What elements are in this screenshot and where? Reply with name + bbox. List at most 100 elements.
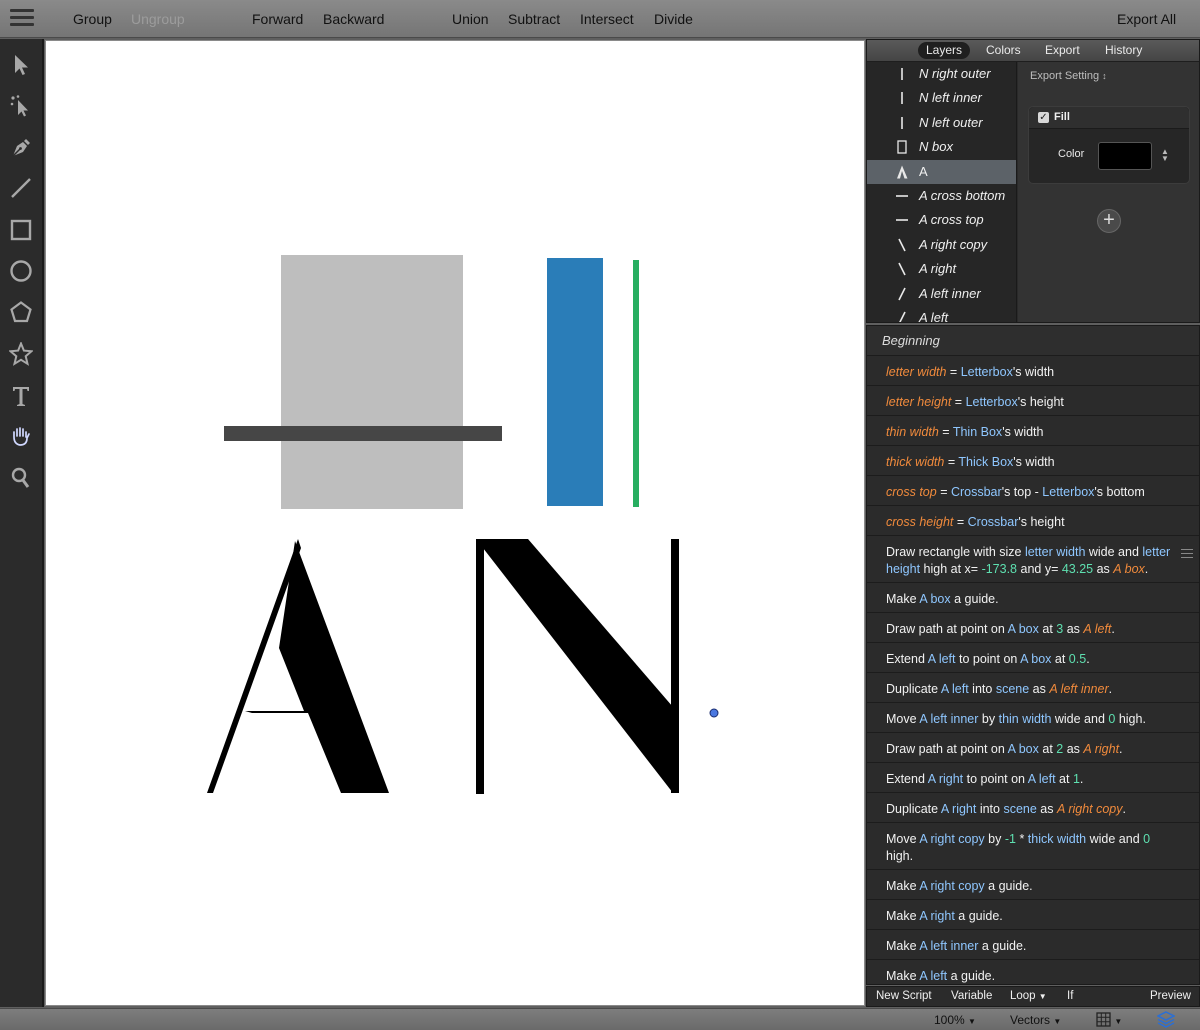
statement-number[interactable]: -1 — [1005, 832, 1016, 846]
thick-box-rect[interactable] — [547, 258, 603, 506]
preview-button[interactable]: Preview — [1150, 990, 1191, 1002]
statement-reference[interactable]: Thick Box — [958, 455, 1013, 469]
statement-reference[interactable]: Crossbar — [968, 515, 1019, 529]
zoom-select[interactable]: 100% ▼ — [934, 1013, 976, 1027]
layer-row[interactable]: A left — [867, 306, 1016, 322]
thin-box-rect[interactable] — [633, 260, 639, 507]
statement-variable[interactable]: A right — [1083, 742, 1119, 756]
statement-reference[interactable]: A right — [928, 772, 963, 786]
subtract-button[interactable]: Subtract — [508, 11, 560, 27]
layer-row[interactable]: A cross top — [867, 208, 1016, 232]
layer-row[interactable]: N right outer — [867, 62, 1016, 86]
script-statement[interactable]: Duplicate A right into scene as A right … — [867, 793, 1199, 823]
select-tool-icon[interactable] — [7, 51, 35, 79]
layer-row[interactable]: N left inner — [867, 86, 1016, 110]
statement-variable[interactable]: A right copy — [1057, 802, 1123, 816]
divide-button[interactable]: Divide — [654, 11, 693, 27]
statement-reference[interactable]: A left — [1028, 772, 1056, 786]
anchor-handle[interactable] — [709, 708, 719, 718]
script-statement[interactable]: Move A right copy by -1 * thick width wi… — [867, 823, 1199, 870]
variable-button[interactable]: Variable — [951, 990, 992, 1002]
statement-variable[interactable]: A left inner — [1049, 682, 1108, 696]
ungroup-button[interactable]: Ungroup — [131, 11, 185, 27]
statement-reference[interactable]: thin width — [999, 712, 1052, 726]
ellipse-tool-icon[interactable] — [7, 257, 35, 285]
script-statement[interactable]: Draw rectangle with size letter width wi… — [867, 536, 1199, 583]
script-statement[interactable]: Make A box a guide. — [867, 583, 1199, 613]
script-statement[interactable]: thin width = Thin Box's width — [867, 416, 1199, 446]
script-statement[interactable]: Extend A left to point on A box at 0.5. — [867, 643, 1199, 673]
statement-number[interactable]: 0.5 — [1069, 652, 1086, 666]
add-effect-button[interactable]: + — [1097, 209, 1121, 233]
statement-reference[interactable]: Thin Box — [953, 425, 1002, 439]
mode-select[interactable]: Vectors ▼ — [1010, 1013, 1061, 1027]
statement-variable[interactable]: letter height — [886, 395, 951, 409]
letter-a-glyph[interactable] — [206, 539, 389, 793]
layer-row[interactable]: N box — [867, 135, 1016, 159]
layer-row[interactable]: A — [867, 159, 1016, 184]
statement-variable[interactable]: thin width — [886, 425, 939, 439]
statement-reference[interactable]: A right — [941, 802, 976, 816]
text-tool-icon[interactable] — [7, 382, 35, 410]
statement-reference[interactable]: A right — [919, 909, 954, 923]
group-button[interactable]: Group — [73, 11, 112, 27]
layer-row[interactable]: A right — [867, 257, 1016, 281]
forward-button[interactable]: Forward — [252, 11, 303, 27]
statement-reference[interactable]: letter width — [1025, 545, 1085, 559]
if-button[interactable]: If — [1067, 990, 1073, 1002]
hand-tool-icon[interactable] — [7, 422, 35, 450]
backward-button[interactable]: Backward — [323, 11, 384, 27]
new-script-button[interactable]: New Script — [876, 990, 932, 1002]
statement-reference[interactable]: A box — [1020, 652, 1051, 666]
statement-reference[interactable]: A right copy — [919, 832, 984, 846]
layer-row[interactable]: A left inner — [867, 282, 1016, 306]
grid-toggle[interactable]: ▼ — [1096, 1012, 1122, 1030]
script-statement[interactable]: Make A left inner a guide. — [867, 930, 1199, 960]
statement-variable[interactable]: cross height — [886, 515, 953, 529]
statement-number[interactable]: 0 — [1143, 832, 1150, 846]
script-statement[interactable]: Make A right copy a guide. — [867, 870, 1199, 900]
layer-row[interactable]: N left outer — [867, 111, 1016, 135]
layer-row[interactable]: A cross bottom — [867, 184, 1016, 208]
statement-reference[interactable]: A left — [941, 682, 969, 696]
statement-variable[interactable]: thick width — [886, 455, 944, 469]
statement-reference[interactable]: A right copy — [919, 879, 984, 893]
script-statement[interactable]: Extend A right to point on A left at 1. — [867, 763, 1199, 793]
statement-reference[interactable]: A left inner — [919, 712, 978, 726]
export-setting-select[interactable]: Export Setting ↕ — [1030, 70, 1107, 82]
star-tool-icon[interactable] — [7, 340, 35, 368]
script-statement[interactable]: letter width = Letterbox's width — [867, 356, 1199, 386]
statement-reference[interactable]: A left — [919, 969, 947, 983]
script-statement[interactable]: thick width = Thick Box's width — [867, 446, 1199, 476]
pen-tool-icon[interactable] — [7, 134, 35, 162]
layers-toggle[interactable] — [1156, 1011, 1176, 1030]
script-statement[interactable]: Draw path at point on A box at 2 as A ri… — [867, 733, 1199, 763]
statement-reference[interactable]: A box — [1008, 742, 1039, 756]
color-swatch[interactable] — [1098, 142, 1152, 170]
statement-variable[interactable]: A left — [1083, 622, 1111, 636]
union-button[interactable]: Union — [452, 11, 489, 27]
statement-number[interactable]: -173.8 — [982, 562, 1017, 576]
script-statement[interactable]: Make A right a guide. — [867, 900, 1199, 930]
polygon-tool-icon[interactable] — [7, 298, 35, 326]
script-statement[interactable]: Make A left a guide. — [867, 960, 1199, 984]
statement-reference[interactable]: A left inner — [919, 939, 978, 953]
script-statement[interactable]: Move A left inner by thin width wide and… — [867, 703, 1199, 733]
tab-layers[interactable]: Layers — [918, 42, 971, 59]
crossbar-rect[interactable] — [224, 426, 502, 441]
zoom-tool-icon[interactable] — [7, 464, 35, 492]
drawing-canvas[interactable] — [45, 40, 865, 1006]
intersect-button[interactable]: Intersect — [580, 11, 634, 27]
script-statement[interactable]: cross height = Crossbar's height — [867, 506, 1199, 536]
layer-row[interactable]: A right copy — [867, 233, 1016, 257]
statement-reference[interactable]: A box — [1008, 622, 1039, 636]
loop-button[interactable]: Loop ▼ — [1010, 990, 1047, 1002]
letterbox-rect[interactable] — [281, 255, 463, 509]
direct-select-tool-icon[interactable] — [7, 92, 35, 120]
script-statement[interactable]: cross top = Crossbar's top - Letterbox's… — [867, 476, 1199, 506]
line-tool-icon[interactable] — [7, 174, 35, 202]
fill-checkbox[interactable]: ✓ — [1038, 112, 1049, 123]
statement-reference[interactable]: A left — [928, 652, 956, 666]
statement-variable[interactable]: letter width — [886, 365, 946, 379]
color-stepper-icon[interactable]: ▲ ▼ — [1161, 148, 1169, 163]
